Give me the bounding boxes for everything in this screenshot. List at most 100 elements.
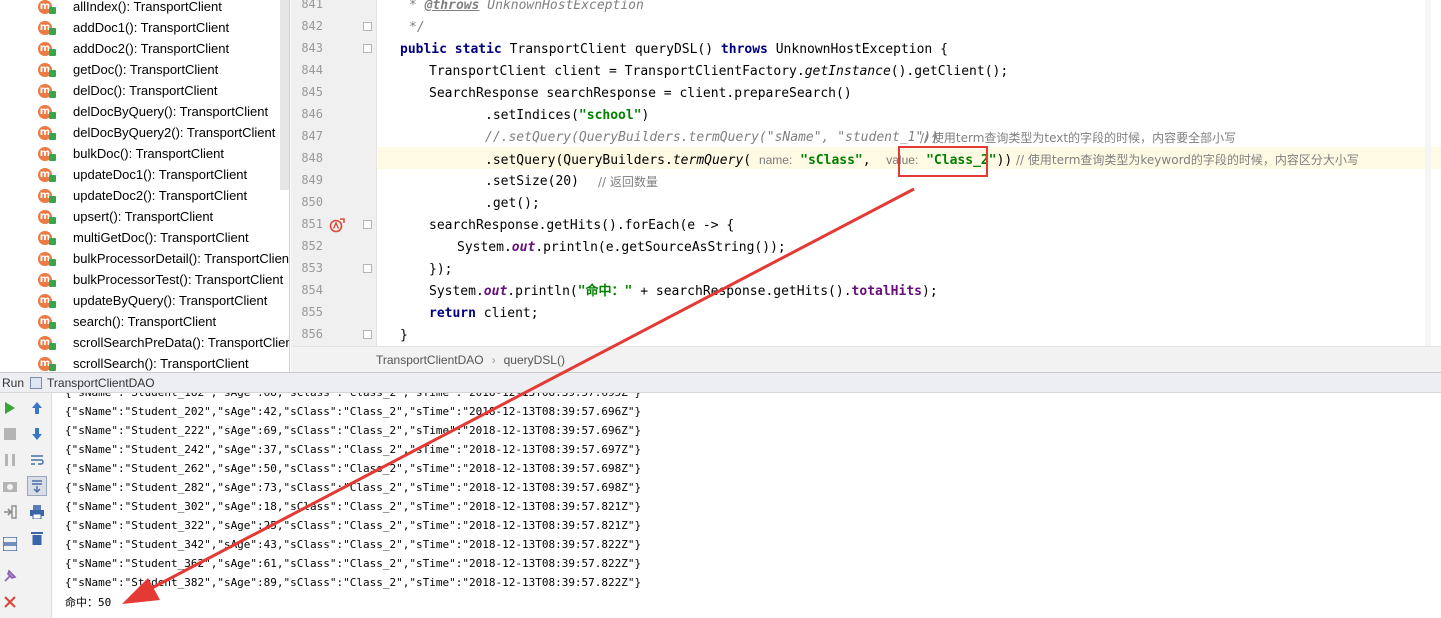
method-icon: m <box>38 188 56 204</box>
param-hint-name: name: <box>758 153 793 167</box>
code-line-854[interactable]: System.out.println("命中：" + searchRespons… <box>429 281 938 303</box>
method-icon: m <box>38 167 56 183</box>
structure-item[interactable]: m scrollSearch(): TransportClient <box>38 353 249 372</box>
recursion-icon[interactable] <box>329 217 345 233</box>
structure-item[interactable]: m search(): TransportClient <box>38 311 216 332</box>
structure-item[interactable]: m bulkProcessorDetail(): TransportClien <box>38 248 289 269</box>
pin-icon[interactable] <box>1 567 19 585</box>
structure-item-label: delDocByQuery(): TransportClient <box>73 104 269 119</box>
code-line-855[interactable]: return client; <box>429 303 539 325</box>
public-lock-icon <box>49 195 56 203</box>
method-icon: m <box>38 209 56 225</box>
code-line-842[interactable]: */ <box>409 17 425 39</box>
structure-item-label: updateDoc1(): TransportClient <box>73 167 248 182</box>
arrow-down-icon[interactable] <box>28 425 46 443</box>
structure-item[interactable]: m delDocByQuery(): TransportClient <box>38 101 268 122</box>
run-config-tab[interactable]: TransportClientDAO <box>47 376 155 390</box>
code-line-844[interactable]: TransportClient client = TransportClient… <box>429 61 1008 83</box>
code-line-849[interactable]: .setSize(20) <box>485 171 579 193</box>
scroll-to-end-icon[interactable] <box>27 476 47 496</box>
public-lock-icon <box>49 27 56 35</box>
stop-icon[interactable] <box>1 425 19 443</box>
trash-icon[interactable] <box>28 529 46 547</box>
code-line-846[interactable]: .setIndices("school") <box>485 105 649 127</box>
print-icon[interactable] <box>28 503 46 521</box>
structure-item-label: scrollSearch(): TransportClient <box>73 356 249 371</box>
public-lock-icon <box>49 132 56 140</box>
structure-item-label: search(): TransportClient <box>73 314 217 329</box>
structure-item[interactable]: m bulkProcessorTest(): TransportClient <box>38 269 283 290</box>
code-line-847[interactable]: //.setQuery(QueryBuilders.termQuery("sNa… <box>485 127 939 149</box>
code-line-845[interactable]: SearchResponse searchResponse = client.p… <box>429 83 852 105</box>
method-icon: m <box>38 314 56 330</box>
structure-item[interactable]: m multiGetDoc(): TransportClient <box>38 227 249 248</box>
method-icon: m <box>38 125 56 141</box>
console-line: {"sName":"Student_222","sAge":69,"sClass… <box>65 424 642 437</box>
structure-item[interactable]: m updateDoc1(): TransportClient <box>38 164 247 185</box>
structure-item[interactable]: m delDoc(): TransportClient <box>38 80 218 101</box>
code-editor[interactable]: 841 842 843 844 845 846 847 848 849 850 851 852 853 8… <box>291 0 1441 372</box>
code-line-853[interactable]: }); <box>429 259 452 281</box>
line-number: 842 <box>301 19 323 33</box>
console-line: {"sName":"Student_302","sAge":18,"sClass… <box>65 500 642 513</box>
pause-icon[interactable] <box>1 451 19 469</box>
method-icon: m <box>38 272 56 288</box>
javadoc-tag: @throws <box>424 0 480 13</box>
camera-icon[interactable] <box>1 477 19 495</box>
code-line-850[interactable]: .get(); <box>485 193 540 215</box>
structure-item[interactable]: m updateDoc2(): TransportClient <box>38 185 247 206</box>
method-icon: m <box>38 293 56 309</box>
fold-marker-icon[interactable] <box>363 220 372 229</box>
structure-item-label: multiGetDoc(): TransportClient <box>73 230 249 245</box>
structure-item-label: addDoc1(): TransportClient <box>73 20 230 35</box>
structure-item[interactable]: m updateByQuery(): TransportClient <box>38 290 267 311</box>
fold-marker-icon[interactable] <box>363 264 372 273</box>
line-number: 856 <box>301 327 323 341</box>
login-icon[interactable] <box>1 503 19 521</box>
public-lock-icon <box>49 48 56 56</box>
rerun-icon[interactable] <box>1 399 19 417</box>
structure-item-label: bulkProcessorDetail(): TransportClien <box>73 251 290 266</box>
public-lock-icon <box>49 111 56 119</box>
console-line: {"sName":"Student_262","sAge":50,"sClass… <box>65 462 642 475</box>
console-line: {"sName":"Student_322","sAge":25,"sClass… <box>65 519 642 532</box>
line-number: 846 <box>301 107 323 121</box>
breadcrumb-class[interactable]: TransportClientDAO <box>376 353 484 367</box>
editor-scrollbar[interactable] <box>1425 0 1431 346</box>
structure-panel: m allIndex(): TransportClient m addDoc1(): … <box>0 0 290 372</box>
structure-item[interactable]: m scrollSearchPreData(): TransportClien <box>38 332 289 353</box>
structure-item[interactable]: m addDoc2(): TransportClient <box>38 38 229 59</box>
soft-wrap-icon[interactable] <box>28 451 46 469</box>
structure-scrollbar[interactable] <box>280 0 289 190</box>
structure-item-label: updateDoc2(): TransportClient <box>73 188 248 203</box>
arrow-up-icon[interactable] <box>28 399 46 417</box>
run-toolbar <box>0 393 52 618</box>
method-icon: m <box>38 335 56 351</box>
method-icon: m <box>38 146 56 162</box>
public-lock-icon <box>49 174 56 182</box>
fold-marker-icon[interactable] <box>363 44 372 53</box>
layout-icon[interactable] <box>1 535 19 553</box>
fold-marker-icon[interactable] <box>363 22 372 31</box>
structure-item[interactable]: m getDoc(): TransportClient <box>38 59 218 80</box>
breadcrumb: TransportClientDAO › queryDSL() <box>291 346 1441 372</box>
method-icon: m <box>38 83 56 99</box>
breadcrumb-method[interactable]: queryDSL() <box>504 353 565 367</box>
structure-item[interactable]: m upsert(): TransportClient <box>38 206 213 227</box>
close-icon[interactable] <box>1 593 19 611</box>
code-line-856[interactable]: } <box>400 325 408 347</box>
code-line-852[interactable]: System.out.println(e.getSourceAsString()… <box>457 237 786 259</box>
public-lock-icon <box>49 321 56 329</box>
structure-item-label: delDoc(): TransportClient <box>73 83 218 98</box>
code-line-843[interactable]: public static TransportClient queryDSL()… <box>400 39 948 61</box>
structure-item[interactable]: m delDocByQuery2(): TransportClient <box>38 122 275 143</box>
structure-item[interactable]: m bulkDoc(): TransportClient <box>38 143 224 164</box>
hits-line: 命中：50 <box>65 596 112 609</box>
code-line-841[interactable]: * @throws UnknownHostException <box>409 0 644 17</box>
code-line-851[interactable]: searchResponse.getHits().forEach(e -> { <box>429 215 734 237</box>
line-number: 848 <box>301 151 323 165</box>
structure-item[interactable]: m addDoc1(): TransportClient <box>38 17 229 38</box>
fold-marker-icon[interactable] <box>363 330 372 339</box>
console-output[interactable]: {"sName":"Student_182","sAge":68,"sClass… <box>53 393 1441 618</box>
structure-item[interactable]: m allIndex(): TransportClient <box>38 0 222 17</box>
